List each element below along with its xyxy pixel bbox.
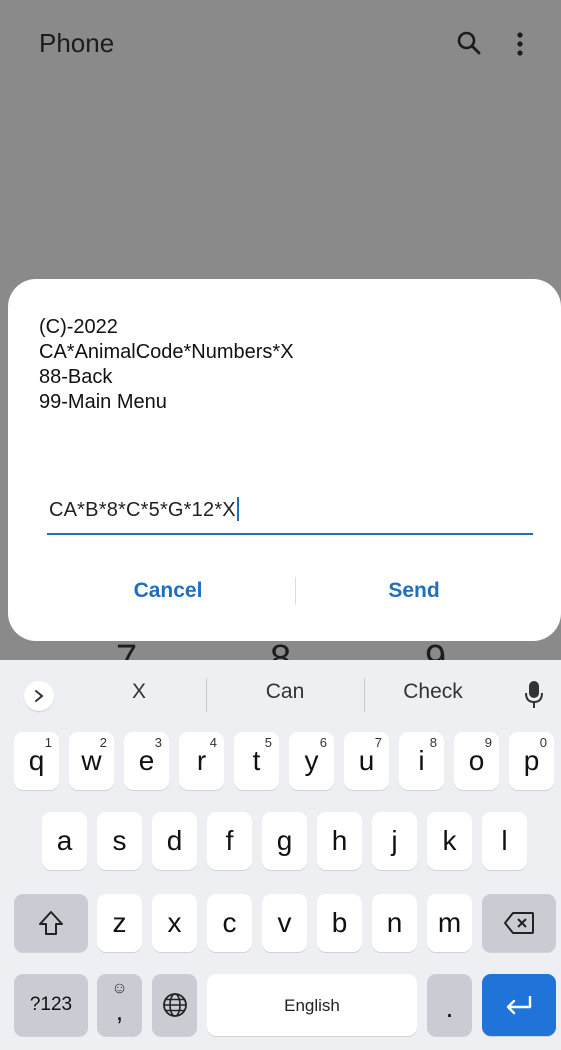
period-key[interactable]: . <box>427 974 472 1036</box>
ussd-input-value: CA*B*8*C*5*G*12*X <box>49 499 236 521</box>
key-u[interactable]: 7u <box>344 732 389 790</box>
emoji-comma-key[interactable]: ☺ , <box>97 974 142 1036</box>
key-i[interactable]: 8i <box>399 732 444 790</box>
dialog-actions: Cancel Send <box>8 569 561 613</box>
soft-keyboard: X Can Check 1q 2w 3e 4r 5t 6y 7u 8i 9o 0… <box>0 660 561 1050</box>
app-title: Phone <box>39 28 115 58</box>
message-line: (C)-2022 <box>39 316 118 338</box>
search-icon[interactable] <box>456 30 482 56</box>
key-m[interactable]: m <box>427 894 472 952</box>
space-key[interactable]: English <box>207 974 417 1036</box>
mic-icon[interactable] <box>524 680 544 715</box>
key-p[interactable]: 0p <box>509 732 554 790</box>
enter-key[interactable] <box>482 974 556 1036</box>
shift-icon <box>39 911 63 935</box>
suggestion-1[interactable]: X <box>64 680 214 704</box>
key-g[interactable]: g <box>262 812 307 870</box>
key-v[interactable]: v <box>262 894 307 952</box>
key-n[interactable]: n <box>372 894 417 952</box>
message-line: 99-Main Menu <box>39 391 167 413</box>
key-d[interactable]: d <box>152 812 197 870</box>
key-l[interactable]: l <box>482 812 527 870</box>
key-r[interactable]: 4r <box>179 732 224 790</box>
key-t[interactable]: 5t <box>234 732 279 790</box>
app-bar: Phone <box>0 0 561 90</box>
key-h[interactable]: h <box>317 812 362 870</box>
key-x[interactable]: x <box>152 894 197 952</box>
ussd-reply-input[interactable]: CA*B*8*C*5*G*12*X <box>47 491 533 535</box>
key-y[interactable]: 6y <box>289 732 334 790</box>
key-o[interactable]: 9o <box>454 732 499 790</box>
enter-icon <box>506 996 532 1015</box>
ussd-message: (C)-2022 CA*AnimalCode*Numbers*X 88-Back… <box>39 315 294 415</box>
key-k[interactable]: k <box>427 812 472 870</box>
ussd-dialog: (C)-2022 CA*AnimalCode*Numbers*X 88-Back… <box>8 279 561 641</box>
chevron-right-icon <box>35 690 44 702</box>
dialer-keypad-peek: 7 8 9 <box>0 640 561 660</box>
cancel-button[interactable]: Cancel <box>78 569 258 613</box>
key-b[interactable]: b <box>317 894 362 952</box>
key-c[interactable]: c <box>207 894 252 952</box>
send-button[interactable]: Send <box>324 569 504 613</box>
actions-divider <box>295 577 296 605</box>
more-vert-icon[interactable] <box>510 30 530 58</box>
dialer-key-9: 9 <box>425 640 446 660</box>
key-z[interactable]: z <box>97 894 142 952</box>
dialer-key-8: 8 <box>270 640 291 660</box>
key-a[interactable]: a <box>42 812 87 870</box>
symbols-key[interactable]: ?123 <box>14 974 88 1036</box>
suggestion-divider <box>206 678 207 712</box>
shift-key[interactable] <box>14 894 88 952</box>
globe-icon <box>163 993 187 1017</box>
message-line: 88-Back <box>39 366 113 388</box>
backspace-key[interactable] <box>482 894 556 952</box>
backspace-icon <box>504 912 534 934</box>
key-w[interactable]: 2w <box>69 732 114 790</box>
key-s[interactable]: s <box>97 812 142 870</box>
suggestion-bar: X Can Check <box>0 660 561 728</box>
dialer-key-7: 7 <box>116 640 137 660</box>
key-q[interactable]: 1q <box>14 732 59 790</box>
suggestion-2[interactable]: Can <box>210 680 360 704</box>
message-line: CA*AnimalCode*Numbers*X <box>39 341 294 363</box>
key-f[interactable]: f <box>207 812 252 870</box>
text-cursor <box>236 497 239 521</box>
key-e[interactable]: 3e <box>124 732 169 790</box>
suggestion-3[interactable]: Check <box>358 680 508 704</box>
toolbar-expand-button[interactable] <box>24 681 54 711</box>
key-j[interactable]: j <box>372 812 417 870</box>
language-key[interactable] <box>152 974 197 1036</box>
